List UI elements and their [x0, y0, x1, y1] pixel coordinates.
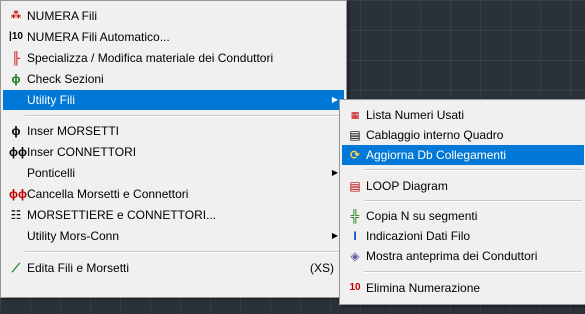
- menu-item-ponticelli[interactable]: Ponticelli ▶: [3, 163, 344, 183]
- submenu-item-copia-n[interactable]: ╬ Copia N su segmenti: [342, 206, 584, 226]
- menu-item-label: Check Sezioni: [27, 72, 104, 86]
- menu-item-label: NUMERA Fili Automatico...: [27, 30, 170, 44]
- submenu-arrow-icon: ▶: [331, 95, 338, 104]
- terminal-block-icon: ☷: [10, 208, 22, 222]
- submenu-item-loop-diagram[interactable]: ▤ LOOP Diagram: [342, 176, 584, 196]
- menu-item-label: Utility Mors-Conn: [27, 229, 120, 243]
- submenu-item-elimina-numerazione[interactable]: 10 Elimina Numerazione: [342, 278, 584, 298]
- loop-diagram-icon: ▤: [349, 179, 361, 193]
- menu-item-label: Elimina Numerazione: [366, 281, 481, 295]
- menu-item-utility-mors-conn[interactable]: Utility Mors-Conn ▶: [3, 226, 344, 246]
- check-sections-icon: ϕ: [11, 72, 21, 86]
- menu-item-shortcut: (XS): [310, 261, 334, 275]
- numbering-icon: ⁂: [10, 10, 22, 21]
- menu-item-edita-fili[interactable]: ⟋ Edita Fili e Morsetti (XS): [3, 258, 344, 278]
- menu-item-label: Cablaggio interno Quadro: [366, 128, 504, 142]
- menu-separator: [364, 169, 582, 171]
- menu-item-check-sezioni[interactable]: ϕ Check Sezioni: [3, 69, 344, 89]
- menu-item-label: Ponticelli: [27, 166, 76, 180]
- utility-fili-submenu: ▦ Lista Numeri Usati ▤ Cablaggio interno…: [339, 99, 585, 305]
- submenu-item-cablaggio-quadro[interactable]: ▤ Cablaggio interno Quadro: [342, 125, 584, 145]
- update-db-icon: ⟳: [349, 148, 361, 162]
- wire-data-icon: I: [353, 229, 357, 243]
- menu-item-label: Lista Numeri Usati: [366, 108, 465, 122]
- edit-wires-icon: ⟋: [11, 261, 21, 275]
- submenu-item-indicazioni-dati[interactable]: I Indicazioni Dati Filo: [342, 226, 584, 246]
- copy-segments-icon: ╬: [350, 209, 360, 223]
- connector-icon: ϕϕ: [9, 145, 27, 159]
- menu-item-label: LOOP Diagram: [366, 179, 448, 193]
- menu-item-label: NUMERA Fili: [27, 9, 98, 23]
- submenu-arrow-icon: ▶: [331, 168, 338, 177]
- menu-item-label: Indicazioni Dati Filo: [366, 229, 471, 243]
- menu-item-label: Inser MORSETTI: [27, 124, 120, 138]
- menu-item-utility-fili[interactable]: Utility Fili ▶: [3, 90, 344, 110]
- menu-separator: [364, 271, 582, 273]
- menu-item-cancella-morsetti[interactable]: ϕϕ Cancella Morsetti e Connettori: [3, 184, 344, 204]
- menu-item-inser-morsetti[interactable]: ϕ Inser MORSETTI: [3, 121, 344, 141]
- submenu-item-mostra-anteprima[interactable]: ◈ Mostra anteprima dei Conduttori: [342, 246, 584, 266]
- menu-item-numera-fili[interactable]: ⁂ NUMERA Fili: [3, 6, 344, 26]
- delete-terminals-icon: ϕϕ: [9, 187, 27, 201]
- menu-item-label: Aggiorna Db Collegamenti: [366, 148, 507, 162]
- terminal-icon: ϕ: [11, 124, 21, 138]
- submenu-item-aggiorna-db[interactable]: ⟳ Aggiorna Db Collegamenti: [342, 145, 584, 165]
- preview-conductors-icon: ◈: [350, 249, 360, 263]
- menu-item-label: Edita Fili e Morsetti: [27, 261, 130, 275]
- menu-separator: [25, 251, 342, 253]
- menu-item-morsettiere-connettori[interactable]: ☷ MORSETTIERE e CONNETTORI...: [3, 205, 344, 225]
- auto-numbering-icon: |10: [9, 31, 23, 42]
- menu-item-numera-fili-automatico[interactable]: |10 NUMERA Fili Automatico...: [3, 27, 344, 47]
- menu-item-label: Specializza / Modifica materiale dei Con…: [27, 51, 274, 65]
- menu-item-label: Mostra anteprima dei Conduttori: [366, 249, 538, 263]
- menu-item-inser-connettori[interactable]: ϕϕ Inser CONNETTORI: [3, 142, 344, 162]
- submenu-item-lista-numeri[interactable]: ▦ Lista Numeri Usati: [342, 105, 584, 125]
- delete-numbering-icon: 10: [349, 282, 361, 293]
- menu-item-label: Inser CONNETTORI: [27, 145, 137, 159]
- menu-separator: [25, 115, 342, 117]
- menu-item-label: Cancella Morsetti e Connettori: [27, 187, 189, 201]
- menu-item-label: Copia N su segmenti: [366, 209, 478, 223]
- panel-wiring-icon: ▤: [349, 128, 361, 142]
- menu-item-label: Utility Fili: [27, 93, 75, 107]
- context-menu: ⁂ NUMERA Fili |10 NUMERA Fili Automatico…: [0, 0, 347, 298]
- list-numbers-icon: ▦: [350, 110, 360, 120]
- submenu-arrow-icon: ▶: [331, 231, 338, 240]
- menu-item-specializza-conduttori[interactable]: ╟ Specializza / Modifica materiale dei C…: [3, 48, 344, 68]
- wire-material-icon: ╟: [11, 51, 21, 65]
- menu-separator: [364, 200, 582, 202]
- menu-item-label: MORSETTIERE e CONNETTORI...: [27, 208, 217, 222]
